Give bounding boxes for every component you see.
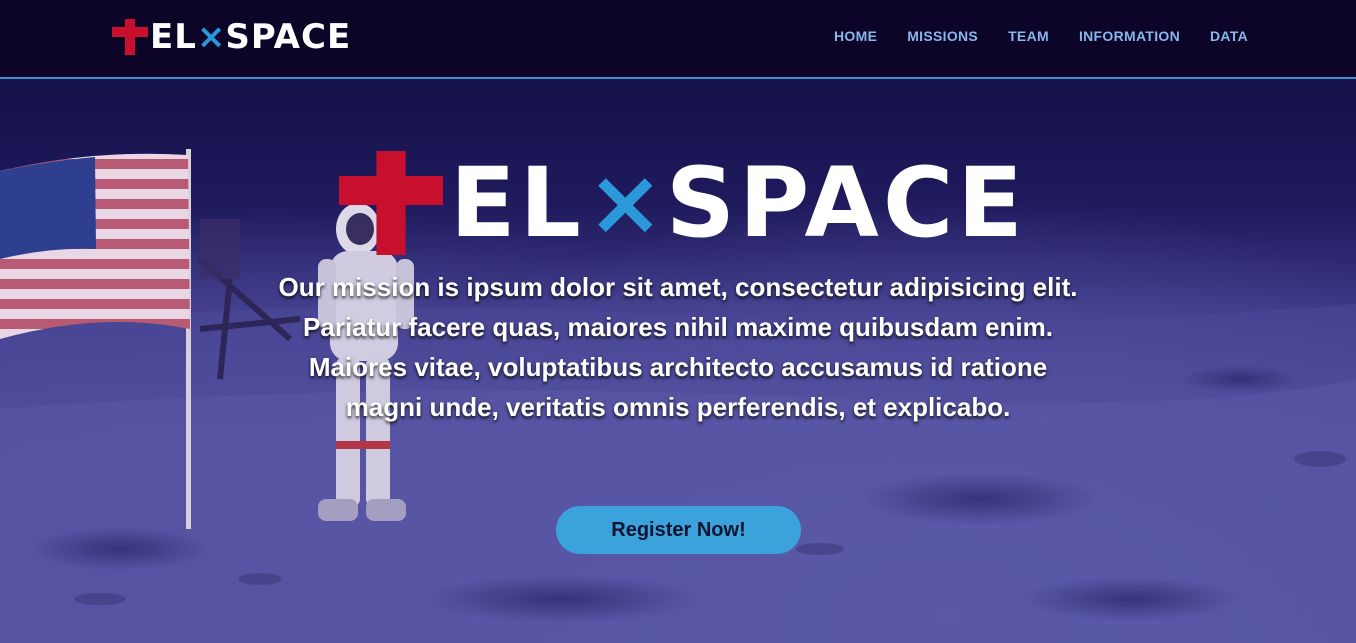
- brand-text-el: EL: [150, 17, 197, 57]
- hero-section: EL × SPACE Our mission is ipsum dolor si…: [0, 79, 1356, 643]
- hero-logo: EL × SPACE: [338, 151, 1027, 255]
- nav-missions[interactable]: MISSIONS: [907, 28, 978, 44]
- brand-text-space: SPACE: [225, 17, 352, 57]
- hero-brand-x-mark: ×: [586, 149, 664, 256]
- nav-home[interactable]: HOME: [834, 28, 877, 44]
- nav-data[interactable]: DATA: [1210, 28, 1248, 44]
- main-nav: HOME MISSIONS TEAM INFORMATION DATA: [834, 28, 1248, 44]
- brand-x-mark: ×: [196, 17, 226, 57]
- nav-team[interactable]: TEAM: [1008, 28, 1049, 44]
- hero-brand-text-space: SPACE: [665, 147, 1027, 259]
- nav-information[interactable]: INFORMATION: [1079, 28, 1180, 44]
- red-cross-icon: [112, 19, 148, 55]
- hero-brand-text-el: EL: [450, 147, 585, 259]
- mission-statement: Our mission is ipsum dolor sit amet, con…: [278, 272, 1078, 422]
- register-now-button[interactable]: Register Now!: [556, 506, 801, 554]
- red-cross-icon: [339, 151, 443, 255]
- brand-logo-link[interactable]: EL × SPACE: [112, 18, 351, 56]
- navbar: EL × SPACE HOME MISSIONS TEAM INFORMATIO…: [0, 0, 1356, 79]
